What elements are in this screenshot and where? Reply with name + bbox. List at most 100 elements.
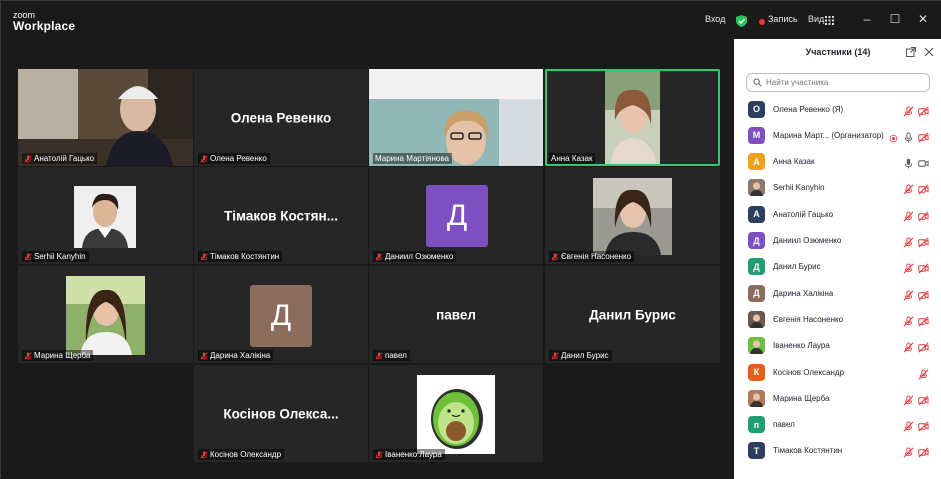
video-off-icon[interactable] bbox=[918, 209, 929, 222]
record-button[interactable]: Запись bbox=[768, 14, 798, 24]
video-tile-active[interactable]: Анна Казак bbox=[545, 69, 720, 166]
video-off-icon[interactable] bbox=[918, 104, 929, 116]
participant-name: Марина Март... (Организатор) bbox=[773, 130, 884, 140]
video-tile[interactable]: Олена Ревенко Олена Ревенко bbox=[194, 69, 368, 166]
search-input[interactable] bbox=[766, 78, 926, 87]
video-off-icon[interactable] bbox=[918, 235, 929, 248]
participant-name: Олена Ревенко (Я) bbox=[773, 104, 844, 114]
tile-name-label: Serhii Kanyhin bbox=[22, 251, 89, 262]
participant-row[interactable]: Serhii Kanyhin bbox=[734, 175, 941, 201]
tile-name-label: Тімаков Костянтин bbox=[198, 251, 283, 262]
mic-off-icon bbox=[200, 252, 208, 261]
video-tile[interactable]: Д Дарина Халікіна bbox=[194, 266, 368, 363]
video-tile[interactable]: Марина Щерба bbox=[18, 266, 193, 363]
maximize-button[interactable]: ☐ bbox=[887, 12, 903, 26]
participant-row[interactable]: Іваненко Лаура bbox=[734, 333, 941, 359]
participant-photo bbox=[74, 186, 136, 248]
mic-off-icon bbox=[200, 154, 208, 163]
participant-row[interactable]: А Анна Казак bbox=[734, 149, 941, 175]
participant-avatar: О bbox=[748, 100, 765, 118]
mic-icon[interactable] bbox=[903, 130, 914, 143]
participant-row[interactable]: Д Даниил Озюменко bbox=[734, 228, 941, 254]
participant-avatar: А bbox=[748, 205, 765, 223]
participant-photo bbox=[417, 375, 495, 454]
video-off-icon[interactable] bbox=[918, 419, 929, 432]
search-field[interactable] bbox=[746, 73, 930, 92]
video-tile[interactable]: Марина Мартіянова bbox=[369, 69, 543, 166]
video-tile[interactable]: Тімаков Костян... Тімаков Костянтин bbox=[194, 167, 368, 264]
video-off-icon[interactable] bbox=[918, 261, 929, 274]
participant-row[interactable]: А Анатолій Гацько bbox=[734, 201, 941, 227]
mic-off-icon bbox=[375, 450, 383, 459]
mic-off-icon[interactable] bbox=[903, 235, 914, 248]
participant-row[interactable]: К Косінов Олександр bbox=[734, 359, 941, 385]
participant-name: Марина Щерба bbox=[773, 393, 830, 403]
video-off-icon[interactable] bbox=[918, 130, 929, 143]
mic-off-icon[interactable] bbox=[903, 104, 914, 116]
tile-name-label: Марина Мартіянова bbox=[373, 153, 452, 164]
video-tile[interactable]: Косінов Олекса... Косінов Олександр bbox=[194, 365, 368, 462]
tile-name-label: Анатолій Гацько bbox=[22, 153, 98, 164]
video-tile[interactable]: Іваненко Лаура bbox=[369, 365, 543, 462]
mic-off-icon[interactable] bbox=[903, 314, 914, 327]
participant-avatar: п bbox=[748, 416, 765, 434]
titlebar: zoom Workplace Вход Запись Вид – ☐ ✕ bbox=[1, 1, 941, 39]
mic-off-icon[interactable] bbox=[903, 445, 914, 458]
participant-photo bbox=[369, 69, 543, 166]
participant-row[interactable]: Д Данил Бурис bbox=[734, 254, 941, 280]
participant-row[interactable]: О Олена Ревенко (Я) bbox=[734, 96, 941, 122]
tile-display-name: Данил Бурис bbox=[589, 307, 676, 322]
popout-icon[interactable] bbox=[906, 47, 916, 57]
video-off-icon[interactable] bbox=[918, 288, 929, 301]
video-off-icon[interactable] bbox=[918, 314, 929, 327]
close-button[interactable]: ✕ bbox=[915, 12, 931, 26]
mic-off-icon bbox=[375, 351, 383, 360]
tile-display-name: павел bbox=[436, 307, 476, 322]
mic-off-icon[interactable] bbox=[918, 367, 929, 379]
enter-button[interactable]: Вход bbox=[705, 14, 725, 24]
tile-name-label: Олена Ревенко bbox=[198, 153, 270, 164]
video-tile[interactable]: Данил Бурис Данил Бурис bbox=[545, 266, 720, 363]
video-tile[interactable]: Анатолій Гацько bbox=[18, 69, 193, 166]
video-tile[interactable]: Євгенія Насоненко bbox=[545, 167, 720, 264]
participant-avatar bbox=[748, 179, 765, 197]
video-tile[interactable]: Serhii Kanyhin bbox=[18, 167, 193, 264]
mic-off-icon[interactable] bbox=[903, 261, 914, 274]
shield-icon[interactable] bbox=[736, 15, 747, 27]
mic-off-icon bbox=[24, 154, 32, 163]
mic-off-icon[interactable] bbox=[903, 209, 914, 222]
close-panel-icon[interactable] bbox=[924, 47, 934, 57]
view-button[interactable]: Вид bbox=[808, 14, 824, 24]
mic-off-icon[interactable] bbox=[903, 393, 914, 406]
video-tile[interactable]: Д Даниил Озюменко bbox=[369, 167, 543, 264]
participant-row[interactable]: Т Тімаков Костянтин bbox=[734, 438, 941, 464]
participant-photo bbox=[18, 69, 193, 166]
video-off-icon[interactable] bbox=[918, 340, 929, 353]
video-off-icon[interactable] bbox=[918, 445, 929, 458]
mic-off-icon[interactable] bbox=[903, 288, 914, 301]
mic-off-icon bbox=[551, 252, 559, 261]
participant-row[interactable]: Євгенія Насоненко bbox=[734, 306, 941, 332]
video-off-icon[interactable] bbox=[918, 182, 929, 195]
participant-row[interactable]: Д Дарина Халікіна bbox=[734, 280, 941, 306]
participant-name: павел bbox=[773, 420, 795, 430]
app-logo: zoom Workplace bbox=[13, 10, 76, 33]
video-off-icon[interactable] bbox=[918, 393, 929, 406]
video-gallery: Анатолій Гацько Олена Ревенко Олена Реве… bbox=[1, 39, 734, 479]
tile-name-label: павел bbox=[373, 350, 410, 361]
video-icon[interactable] bbox=[918, 156, 929, 167]
mic-off-icon[interactable] bbox=[903, 419, 914, 432]
mic-off-icon[interactable] bbox=[903, 340, 914, 353]
participant-row[interactable]: п павел bbox=[734, 412, 941, 438]
participant-row[interactable]: М Марина Март... (Организатор) bbox=[734, 122, 941, 148]
participant-row[interactable]: Марина Щерба bbox=[734, 385, 941, 411]
mic-icon[interactable] bbox=[903, 156, 914, 169]
mic-off-icon[interactable] bbox=[903, 182, 914, 195]
minimize-button[interactable]: – bbox=[859, 12, 875, 26]
participant-photo bbox=[66, 276, 145, 355]
participant-avatar: А bbox=[748, 153, 765, 171]
participant-name: Іваненко Лаура bbox=[773, 341, 830, 351]
participant-avatar: К bbox=[748, 363, 765, 381]
video-tile[interactable]: павел павел bbox=[369, 266, 543, 363]
grid-icon[interactable] bbox=[825, 16, 834, 25]
